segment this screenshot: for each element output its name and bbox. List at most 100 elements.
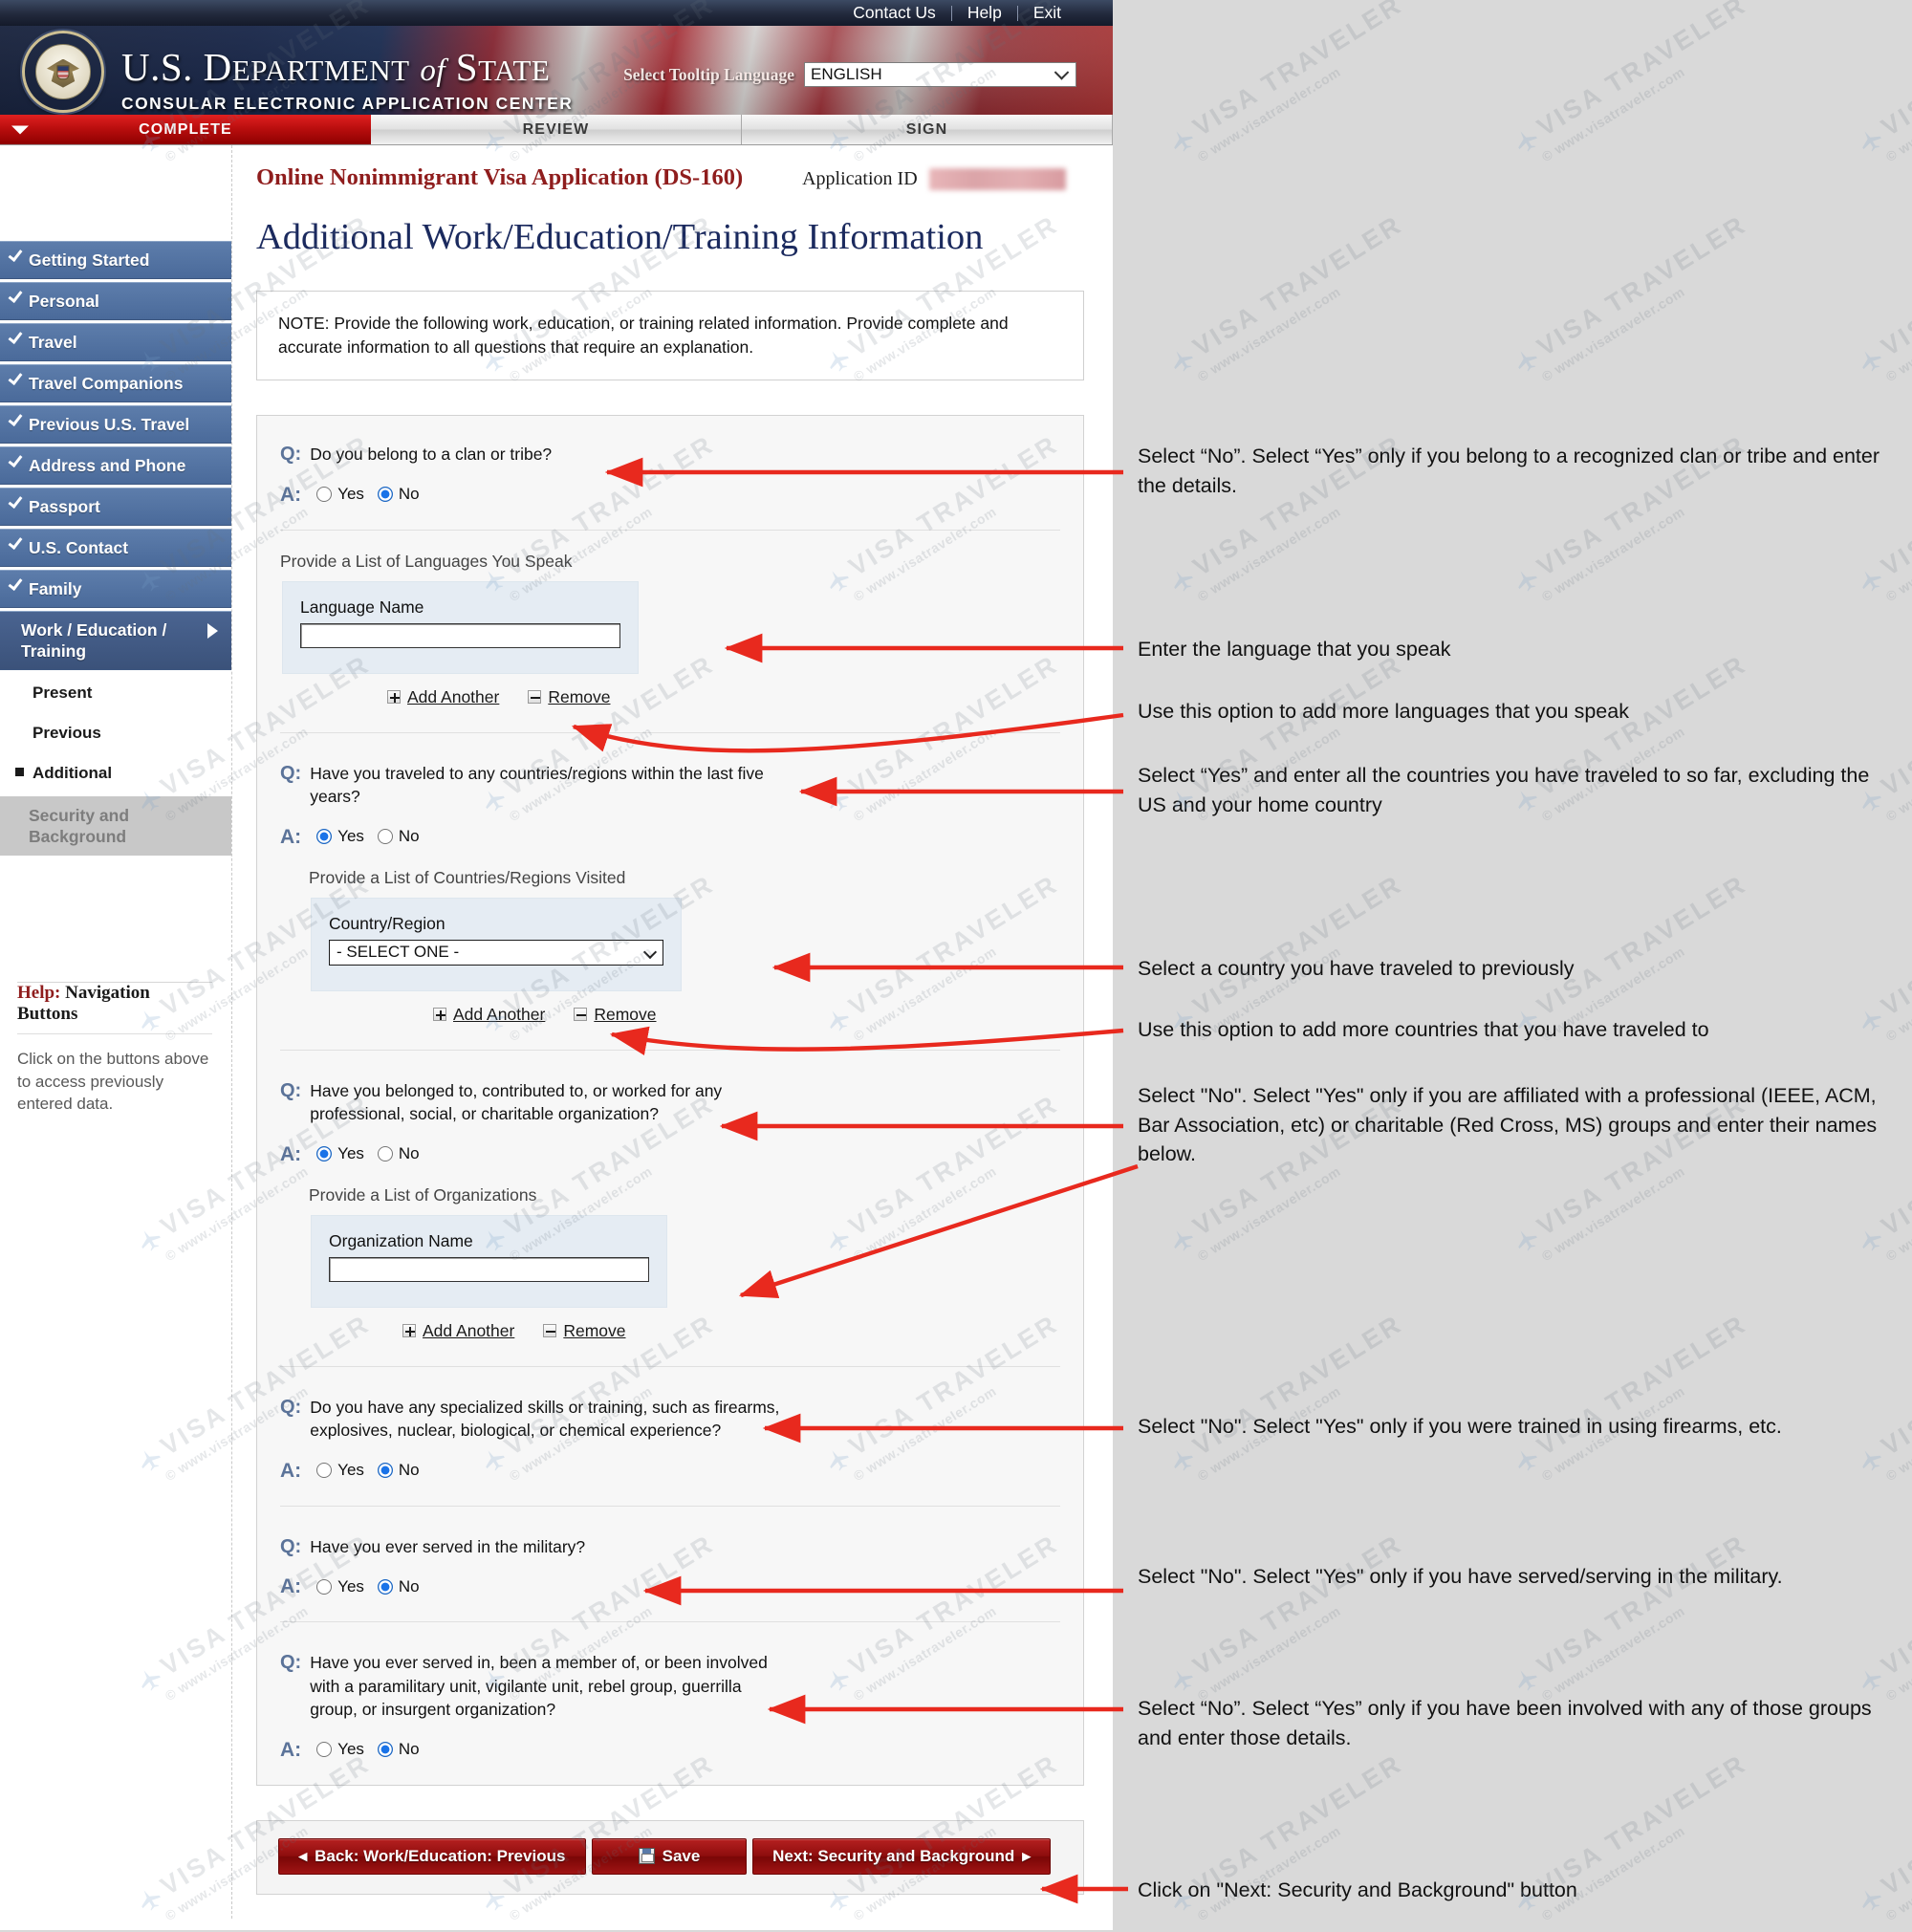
add-another-organization-button[interactable]: Add Another [402, 1321, 514, 1341]
shield-icon [56, 65, 70, 80]
radio-yes-clan[interactable]: Yes [316, 485, 364, 504]
radio-no-paramilitary[interactable]: No [377, 1740, 420, 1759]
sidebar-subitem-present[interactable]: Present [0, 673, 231, 713]
radio-label: Yes [337, 1461, 364, 1479]
annotation-add-country: Use this option to add more countries th… [1138, 1018, 1709, 1041]
sidebar-item-label: Personal [29, 292, 99, 311]
sidebar-item-passport[interactable]: Passport [0, 488, 231, 526]
tooltip-language-control: Select Tooltip Language ENGLISH [623, 62, 1076, 87]
languages-list-label: Provide a List of Languages You Speak [280, 551, 573, 571]
back-button[interactable]: ◂ Back: Work/Education: Previous [278, 1837, 586, 1875]
annotation-paramilitary: Select “No”. Select “Yes” only if you ha… [1138, 1697, 1872, 1749]
tab-sign[interactable]: SIGN [742, 115, 1113, 144]
sidebar-item-label: Passport [29, 497, 100, 516]
sidebar-item-previous-us-travel[interactable]: Previous U.S. Travel [0, 405, 231, 444]
language-entry-card: Language Name [282, 580, 639, 674]
language-name-input[interactable] [300, 622, 620, 648]
sidebar-item-travel-companions[interactable]: Travel Companions [0, 364, 231, 402]
radio-no-military[interactable]: No [377, 1577, 420, 1596]
answer-row: A: Yes No [280, 1740, 1060, 1760]
contact-us-link[interactable]: Contact Us [837, 2, 951, 24]
plus-icon [387, 690, 401, 704]
radio-icon-selected [377, 1578, 393, 1595]
question-text: Have you traveled to any countries/regio… [310, 763, 764, 807]
navigation-buttons-bar: ◂ Back: Work/Education: Previous Save Ne… [256, 1819, 1084, 1895]
add-another-language-button[interactable]: Add Another [387, 687, 499, 707]
radio-no-skills[interactable]: No [377, 1461, 420, 1480]
radio-yes-paramilitary[interactable]: Yes [316, 1740, 364, 1759]
question-block-military-service: Q: Have you ever served in the military?… [280, 1531, 1060, 1597]
radio-icon-selected [377, 1463, 393, 1478]
radio-no-clan[interactable]: No [377, 485, 420, 504]
answer-marker: A: [280, 1738, 302, 1761]
remove-language-button[interactable]: Remove [528, 686, 611, 707]
sidebar-subitem-label: Additional [33, 764, 113, 782]
sidebar-item-travel[interactable]: Travel [0, 323, 231, 361]
radio-yes-skills[interactable]: Yes [316, 1461, 364, 1480]
remove-country-button[interactable]: Remove [574, 1004, 657, 1025]
sidebar-item-family[interactable]: Family [0, 570, 231, 608]
sidebar-subitem-label: Previous [33, 724, 101, 742]
add-another-country-button[interactable]: Add Another [433, 1005, 545, 1025]
help-link[interactable]: Help [952, 2, 1017, 24]
annotation-column: Select “No”. Select “Yes” only if you be… [1113, 0, 1912, 1930]
sidebar-item-personal[interactable]: Personal [0, 282, 231, 320]
question-row: Q: Have you belonged to, contributed to,… [280, 1079, 1060, 1126]
sidebar-item-label: Travel [29, 333, 77, 352]
floppy-disk-icon [638, 1848, 655, 1864]
sidebar-item-address-and-phone[interactable]: Address and Phone [0, 446, 231, 485]
sidebar-item-us-contact[interactable]: U.S. Contact [0, 529, 231, 567]
question-row: Q: Do you belong to a clan or tribe? [280, 443, 1060, 467]
question-text: Have you ever served in the military? [310, 1536, 586, 1556]
divider [280, 1049, 1060, 1051]
annotation-countries-visited: Select “Yes” and enter all the countries… [1138, 764, 1870, 816]
radio-yes-military[interactable]: Yes [316, 1577, 364, 1596]
radio-label: No [398, 1461, 420, 1479]
sidebar-item-work-education-training[interactable]: Work / Education / Training [0, 611, 231, 670]
sidebar-item-getting-started[interactable]: Getting Started [0, 241, 231, 279]
sidebar-navigation: Getting Started Personal Travel Travel C… [0, 145, 232, 1919]
tab-review[interactable]: REVIEW [371, 115, 742, 144]
exit-link[interactable]: Exit [1018, 2, 1076, 24]
question-row: Q: Have you ever served in, been a membe… [280, 1651, 1060, 1722]
answer-marker: A: [280, 1459, 302, 1482]
radio-icon [316, 1463, 333, 1478]
page-title: Additional Work/Education/Training Infor… [256, 217, 984, 257]
remove-label: Remove [548, 686, 611, 706]
sidebar-subitem-previous[interactable]: Previous [0, 713, 231, 753]
remove-label: Remove [594, 1004, 657, 1024]
radio-yes-countries[interactable]: Yes [316, 827, 364, 846]
question-text: Have you belonged to, contributed to, or… [310, 1080, 723, 1124]
questions-panel: Q: Do you belong to a clan or tribe? A: … [256, 415, 1084, 1786]
question-block-paramilitary: Q: Have you ever served in, been a membe… [280, 1647, 1060, 1760]
add-another-label: Add Another [453, 1004, 546, 1024]
minus-icon [543, 1324, 557, 1337]
question-marker: Q: [280, 1079, 302, 1101]
application-id-group: Application ID [802, 168, 1066, 190]
country-add-remove-row: Add Another Remove [433, 1005, 1060, 1025]
tooltip-language-label: Select Tooltip Language [623, 64, 794, 84]
tab-complete[interactable]: COMPLETE [0, 115, 371, 144]
browser-page: Contact Us Help Exit U.S. DEPARTMENT of … [0, 0, 1113, 1930]
question-marker: Q: [280, 1396, 302, 1418]
next-button[interactable]: Next: Security and Background ▸ [752, 1837, 1051, 1875]
radio-icon [377, 1146, 393, 1161]
check-icon [8, 493, 23, 509]
organization-name-input[interactable] [329, 1256, 649, 1282]
radio-no-organizations[interactable]: No [377, 1144, 420, 1163]
radio-no-countries[interactable]: No [377, 827, 420, 846]
check-icon [8, 370, 23, 385]
tooltip-language-select[interactable]: ENGLISH [804, 62, 1076, 87]
organization-add-remove-row: Add Another Remove [402, 1321, 1060, 1341]
sidebar-subitem-additional[interactable]: Additional [0, 753, 231, 793]
remove-organization-button[interactable]: Remove [543, 1321, 626, 1341]
radio-yes-organizations[interactable]: Yes [316, 1144, 364, 1163]
save-button[interactable]: Save [592, 1837, 747, 1875]
country-region-select[interactable]: - SELECT ONE - [329, 939, 663, 966]
annotation-language-input: Enter the language that you speak [1138, 638, 1451, 661]
form-header: Online Nonimmigrant Visa Application (DS… [256, 145, 1084, 195]
save-button-label: Save [662, 1846, 701, 1865]
tooltip-language-value: ENGLISH [811, 65, 882, 83]
plus-icon [433, 1008, 446, 1021]
radio-label: Yes [337, 827, 364, 845]
